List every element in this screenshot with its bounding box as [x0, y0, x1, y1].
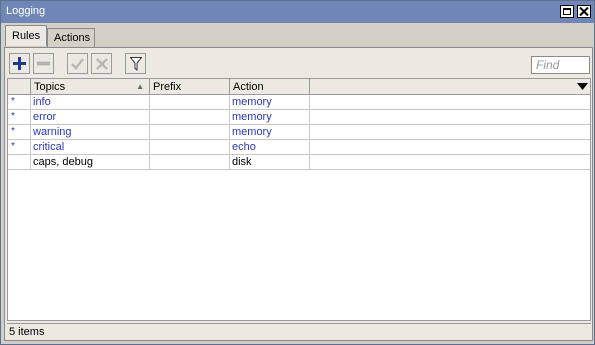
- title-bar[interactable]: Logging: [1, 1, 594, 23]
- tab-rules[interactable]: Rules: [5, 25, 47, 46]
- topics-cell: warning: [31, 125, 150, 140]
- filter-button[interactable]: [125, 53, 146, 74]
- topics-cell: error: [31, 110, 150, 125]
- close-icon: [579, 7, 589, 16]
- flag-cell: *: [8, 125, 31, 140]
- remove-button[interactable]: [33, 53, 54, 74]
- column-label-topics: Topics: [34, 81, 66, 93]
- flag-cell: *: [8, 95, 31, 110]
- table-row[interactable]: caps, debug disk: [8, 155, 590, 170]
- tab-actions[interactable]: Actions: [47, 28, 95, 47]
- action-cell: memory: [230, 125, 310, 140]
- table-header: Topics ▲ Prefix Action: [8, 79, 590, 95]
- prefix-cell: [150, 110, 230, 125]
- rules-panel: Topics ▲ Prefix Action *infomemory*error…: [4, 47, 593, 341]
- disable-button[interactable]: [91, 53, 112, 74]
- enable-check-icon: [71, 57, 84, 70]
- column-header-action[interactable]: Action: [230, 79, 310, 94]
- add-icon: [13, 57, 26, 70]
- column-header-topics[interactable]: Topics ▲: [31, 79, 150, 94]
- close-button[interactable]: [577, 5, 591, 18]
- rules-table: Topics ▲ Prefix Action * info memory * error…: [7, 78, 591, 321]
- action-cell: memory: [230, 110, 310, 125]
- action-cell: memory: [230, 95, 310, 110]
- find-input[interactable]: [531, 56, 590, 74]
- action-cell: echo: [230, 140, 310, 155]
- table-row[interactable]: * critical echo: [8, 140, 590, 155]
- column-header-prefix[interactable]: Prefix: [150, 79, 230, 94]
- flag-column-header[interactable]: [8, 79, 31, 94]
- topics-cell: critical: [31, 140, 150, 155]
- flag-cell: *: [8, 110, 31, 125]
- topics-cell: info: [31, 95, 150, 110]
- table-row[interactable]: * warning memory: [8, 125, 590, 140]
- action-cell: disk: [230, 155, 310, 170]
- enable-button[interactable]: [67, 53, 88, 74]
- remove-icon: [37, 61, 50, 66]
- table-row[interactable]: * info memory: [8, 95, 590, 110]
- prefix-cell: [150, 155, 230, 170]
- maximize-button[interactable]: [560, 5, 574, 18]
- table-row[interactable]: * error memory: [8, 110, 590, 125]
- logging-window: Logging Rules Actions Find Topics ▲ Pref…: [0, 0, 595, 345]
- prefix-cell: [150, 140, 230, 155]
- status-bar: 5 items: [7, 323, 591, 339]
- disable-x-icon: [95, 57, 108, 70]
- flag-cell: [8, 155, 31, 170]
- flag-cell: *: [8, 140, 31, 155]
- prefix-cell: [150, 125, 230, 140]
- filter-icon: [129, 56, 142, 71]
- topics-cell: caps, debug: [31, 155, 150, 170]
- window-title: Logging: [6, 5, 46, 17]
- sort-ascending-icon: ▲: [136, 82, 144, 91]
- column-menu-icon[interactable]: [577, 83, 588, 91]
- prefix-cell: [150, 95, 230, 110]
- add-button[interactable]: [9, 53, 30, 74]
